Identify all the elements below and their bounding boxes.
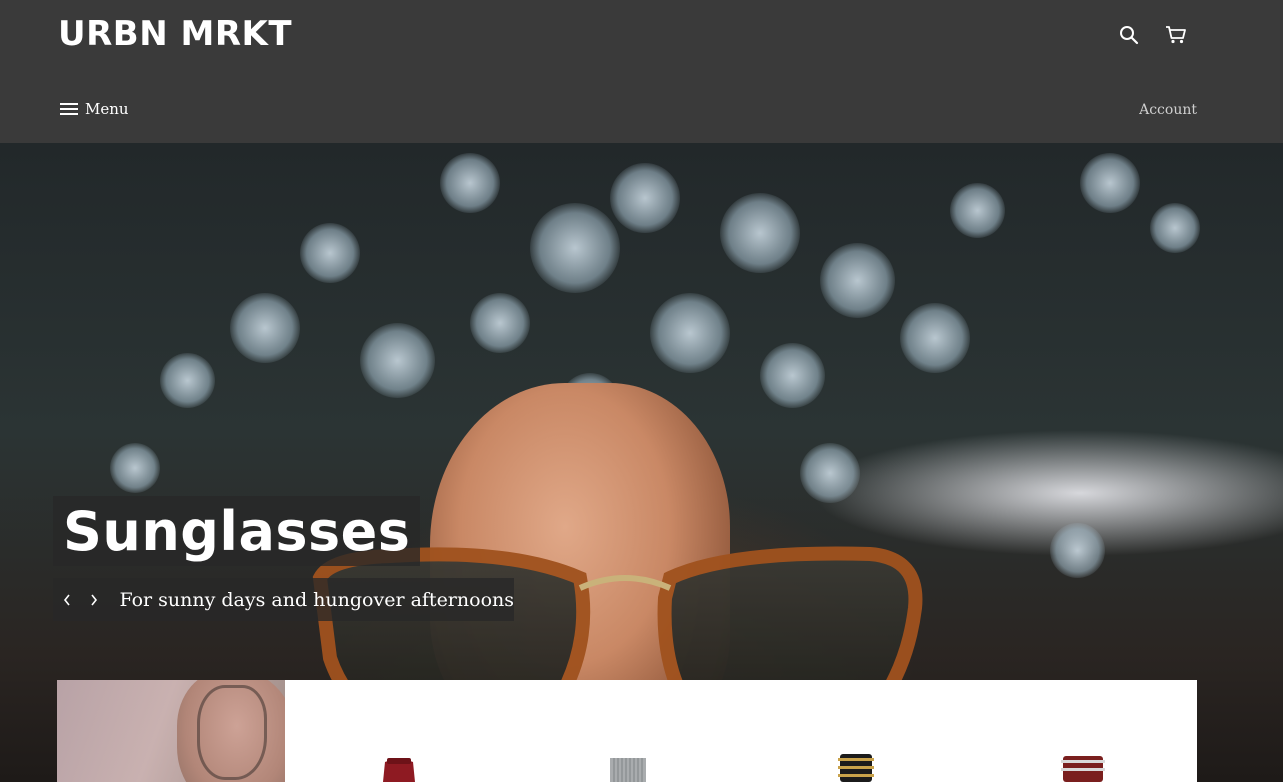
slide-next-button[interactable] [80,578,107,621]
cart-button[interactable] [1163,22,1189,48]
account-link[interactable]: Account [1139,102,1197,118]
search-icon [1120,26,1139,45]
hero-title-box: Sunglasses [53,496,421,566]
chevron-right-icon [91,594,97,605]
chevron-left-icon [63,594,70,605]
featured-collection [57,680,1197,782]
product-thumbnail-black-gold-watch[interactable] [832,754,880,782]
menu-label: Menu [85,100,129,118]
collection-image[interactable] [57,680,285,782]
product-thumbnail-red-watch[interactable] [375,754,423,782]
search-button[interactable] [1116,22,1142,48]
product-thumbnail-silver-mesh-watch[interactable] [604,754,652,782]
hero-subtitle: For sunny days and hungover afternoons [119,588,514,611]
slide-prev-button[interactable] [53,578,80,621]
site-logo[interactable]: URBN MRKT [58,14,292,54]
hero-caption-box: For sunny days and hungover afternoons [53,578,514,621]
hero-title: Sunglasses [63,499,411,563]
site-header: URBN MRKT Menu Account [0,0,1283,143]
menu-button[interactable]: Menu [60,100,129,118]
product-thumbnail-red-leather-watch[interactable] [1059,754,1107,782]
hamburger-icon [60,103,78,115]
cart-icon [1166,26,1186,44]
